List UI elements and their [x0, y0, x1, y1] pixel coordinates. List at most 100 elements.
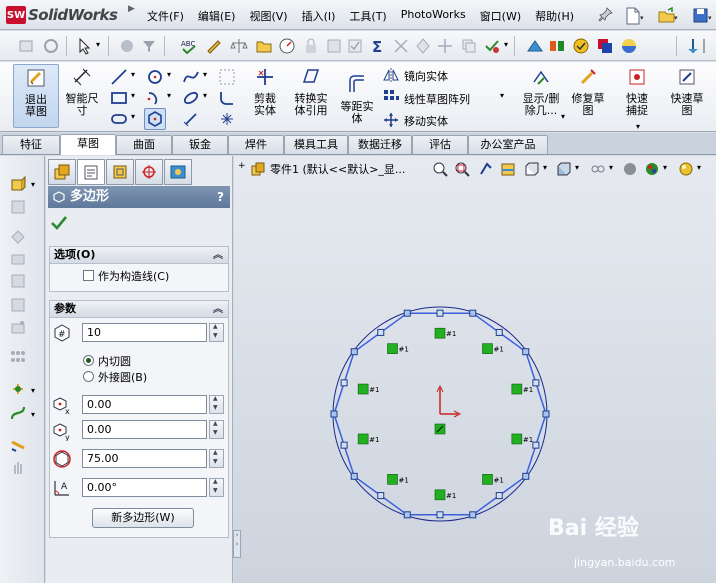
rapid-sketch-button[interactable]: 快速草图 — [666, 64, 708, 117]
arc-dropdown-icon[interactable]: ▾ — [167, 91, 171, 100]
vertex-handle[interactable] — [403, 309, 411, 317]
tab-sheet-metal[interactable]: 钣金 — [172, 135, 228, 154]
rebuild-icon[interactable] — [42, 37, 60, 55]
vertex-handle[interactable] — [542, 410, 550, 418]
menu-view[interactable]: 视图(V) — [242, 8, 294, 24]
check-dropdown-icon[interactable]: ▾ — [504, 40, 508, 49]
collapse-icon[interactable]: ︽ — [213, 302, 223, 318]
menu-tools[interactable]: 工具(T) — [342, 8, 393, 24]
equal-relation-icon[interactable] — [434, 327, 446, 339]
refgeom-dropdown-icon[interactable]: ▾ — [31, 386, 35, 395]
smart-dimension-button[interactable]: 智能尺寸 — [62, 64, 102, 117]
equal-relation-icon[interactable] — [434, 489, 446, 501]
slot-dropdown-icon[interactable]: ▾ — [131, 112, 135, 121]
rectangle-dropdown-icon[interactable]: ▾ — [131, 91, 135, 100]
edit-sketch-icon[interactable] — [205, 37, 223, 55]
display-delete-relations-button[interactable]: 显示/删除几... — [518, 64, 564, 117]
vertex-handle[interactable] — [330, 410, 338, 418]
scale-icon[interactable] — [392, 37, 410, 55]
midpoint-handle[interactable] — [436, 309, 444, 317]
move-icon[interactable] — [436, 37, 454, 55]
sketch-point-icon[interactable] — [218, 110, 236, 128]
point-icon[interactable] — [182, 110, 200, 128]
ellipse-dropdown-icon[interactable]: ▾ — [203, 91, 207, 100]
feature-tree-tab[interactable] — [48, 159, 76, 185]
sides-input[interactable]: 10 — [82, 323, 207, 342]
midpoint-handle[interactable] — [532, 379, 540, 387]
menu-photoworks[interactable]: PhotoWorks — [394, 8, 473, 24]
line-icon[interactable] — [110, 68, 128, 86]
mirror-label[interactable]: 镜向实体 — [404, 68, 448, 84]
pattern-dropdown-icon[interactable]: ▾ — [500, 91, 504, 100]
options-group-header[interactable]: 选项(O) ︽ — [50, 247, 228, 264]
help-button[interactable]: ? — [217, 186, 224, 208]
exit-sketch-button[interactable]: 退出草图 — [13, 64, 59, 128]
graphics-area[interactable]: + 零件1 (默认<<默认>_显... ▾ ▾ ▾ ▾ ▾ #1 #1 #1 #1 #1… — [234, 156, 716, 583]
diameter-spinner[interactable] — [209, 449, 224, 468]
tab-office-products[interactable]: 办公室产品 — [468, 135, 548, 154]
construction-checkbox[interactable] — [83, 270, 94, 281]
parameters-group-header[interactable]: 参数 ︽ — [50, 301, 228, 318]
ok-check-icon[interactable] — [50, 214, 68, 232]
midpoint-handle[interactable] — [340, 441, 348, 449]
menu-insert[interactable]: 插入(I) — [295, 8, 343, 24]
equal-relation-icon[interactable] — [482, 474, 493, 485]
midpoint-handle[interactable] — [436, 511, 444, 519]
vertex-handle[interactable] — [522, 348, 530, 356]
sketch-folder-icon[interactable] — [255, 37, 273, 55]
circle-icon[interactable] — [146, 68, 164, 86]
pattern-feature-icon[interactable] — [9, 348, 27, 366]
move-entities-label[interactable]: 移动实体 — [404, 113, 448, 129]
new-polygon-button[interactable]: 新多边形(W) — [92, 508, 194, 528]
open-folder-icon[interactable]: ▾ — [656, 5, 678, 25]
color-box-icon[interactable] — [596, 37, 614, 55]
equal-relation-icon[interactable] — [387, 343, 398, 354]
angle-spinner[interactable] — [209, 478, 224, 497]
polygon-tool-button[interactable] — [144, 108, 166, 130]
circumscribed-radio[interactable] — [83, 371, 94, 382]
revolve-icon[interactable] — [9, 198, 27, 216]
angle-input[interactable]: 0.00° — [82, 478, 207, 497]
property-manager-tab[interactable] — [77, 159, 105, 185]
center-y-input[interactable]: 0.00 — [82, 420, 207, 439]
slot-icon[interactable] — [110, 110, 128, 128]
loft-icon[interactable] — [9, 250, 27, 268]
relations-dropdown-icon[interactable]: ▾ — [561, 112, 565, 121]
tab-evaluate[interactable]: 评估 — [412, 135, 468, 154]
relations-icon[interactable] — [325, 37, 343, 55]
center-y-spinner[interactable] — [209, 420, 224, 439]
balance-icon[interactable] — [230, 37, 248, 55]
curves-icon[interactable] — [9, 404, 27, 422]
select-dropdown-icon[interactable]: ▾ — [96, 40, 100, 49]
vertex-handle[interactable] — [469, 309, 477, 317]
ellipse-icon[interactable] — [182, 89, 200, 107]
collapse-icon[interactable]: ︽ — [213, 248, 223, 264]
check-tool-icon[interactable] — [483, 37, 501, 55]
vertex-handle[interactable] — [469, 511, 477, 519]
midpoint-handle[interactable] — [532, 441, 540, 449]
fillet-feature-icon[interactable] — [9, 272, 27, 290]
equal-relation-icon[interactable] — [357, 383, 369, 395]
quick-snap-button[interactable]: 快速捕捉 — [616, 64, 658, 117]
check-sketch-icon[interactable] — [346, 37, 364, 55]
filter-icon[interactable] — [140, 37, 158, 55]
spell-check-icon[interactable]: ABC — [180, 37, 198, 55]
menu-help[interactable]: 帮助(H) — [528, 8, 581, 24]
sketch-canvas[interactable]: #1 #1 #1 #1 #1 #1 #1 #1 #1 #1 — [234, 156, 716, 583]
offset-entities-button[interactable]: 等距实体 — [337, 64, 377, 125]
equal-relation-icon[interactable] — [511, 383, 523, 395]
linear-pattern-icon[interactable] — [382, 88, 400, 106]
move-entities-icon[interactable] — [382, 111, 400, 129]
menu-edit[interactable]: 编辑(E) — [191, 8, 243, 24]
tab-data-migration[interactable]: 数据迁移 — [348, 135, 412, 154]
instant3d-icon[interactable] — [9, 436, 27, 454]
inscribed-radio[interactable] — [83, 355, 94, 366]
pattern-icon[interactable] — [414, 37, 432, 55]
tab-mold-tools[interactable]: 模具工具 — [284, 135, 348, 154]
component-icon[interactable] — [548, 37, 566, 55]
tab-sketch[interactable]: 草图 — [60, 134, 116, 155]
equal-relation-icon[interactable] — [357, 433, 369, 445]
overflow-icon[interactable] — [702, 37, 716, 55]
view-orient-icon[interactable] — [684, 37, 702, 55]
menu-window[interactable]: 窗口(W) — [473, 8, 528, 24]
